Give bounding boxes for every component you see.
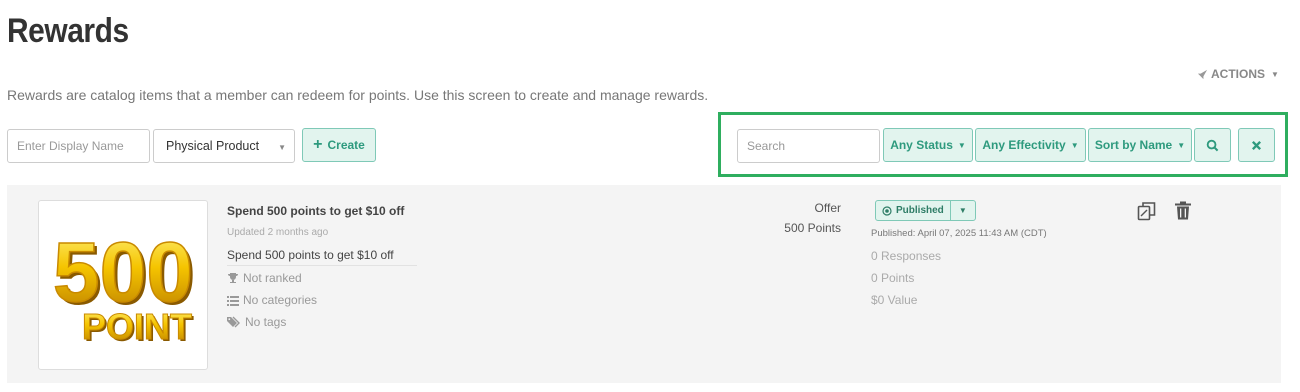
actions-label: ACTIONS [1211, 67, 1265, 81]
status-label: Published [896, 205, 944, 216]
status-circle-icon [882, 205, 892, 216]
status-button[interactable]: Published [876, 201, 951, 220]
page-title: Rewards [7, 12, 129, 50]
search-placeholder: Search [747, 139, 786, 153]
search-icon [1206, 139, 1219, 151]
tags-info: No tags [227, 315, 286, 329]
display-name-placeholder: Enter Display Name [17, 139, 124, 153]
categories-info: No categories [227, 293, 317, 307]
copy-icon [1137, 202, 1156, 221]
categories-label: No categories [243, 293, 318, 307]
tags-label: No tags [245, 315, 287, 329]
value-amount: $0 Value [871, 293, 918, 307]
rank-label: Not ranked [243, 271, 302, 285]
reward-description: Spend 500 points to get $10 off [227, 248, 417, 266]
svg-text:POINT: POINT [82, 306, 192, 347]
display-name-input[interactable]: Enter Display Name [7, 129, 150, 163]
tags-icon [227, 316, 240, 328]
reward-card[interactable]: 500 500 POINT POINT Spend 500 points to … [7, 185, 1281, 383]
clear-filters-button[interactable] [1238, 128, 1275, 162]
close-icon [1251, 140, 1262, 150]
caret-down-icon: ▼ [1271, 69, 1279, 79]
sort-label: Sort by Name [1094, 138, 1173, 152]
effectivity-filter-dropdown[interactable]: Any Effectivity ▼ [975, 128, 1086, 162]
caret-down-icon: ▼ [1070, 140, 1079, 150]
search-button[interactable] [1194, 128, 1231, 162]
trophy-icon [228, 273, 238, 283]
create-label: Create [327, 138, 365, 152]
reward-points: 500 Points [784, 221, 841, 235]
svg-text:500: 500 [53, 225, 193, 319]
published-date: Published: April 07, 2025 11:43 AM (CDT) [871, 228, 1047, 239]
list-icon [227, 295, 239, 306]
select-arrow-icon: ▼ [278, 143, 286, 152]
responses-count: 0 Responses [871, 249, 942, 263]
status-filter-label: Any Status [890, 138, 953, 152]
sort-dropdown[interactable]: Sort by Name ▼ [1088, 128, 1192, 162]
plus-icon: + [313, 136, 323, 153]
updated-time: Updated 2 months ago [227, 227, 329, 238]
page-description: Rewards are catalog items that a member … [7, 87, 709, 103]
delete-button[interactable] [1175, 201, 1191, 225]
search-input[interactable]: Search [737, 129, 880, 163]
effectivity-filter-label: Any Effectivity [982, 138, 1066, 152]
create-button[interactable]: + Create [302, 128, 376, 162]
status-caret-button[interactable]: ▼ [951, 201, 975, 220]
reward-type: Offer [814, 201, 841, 215]
caret-down-icon: ▼ [957, 140, 966, 150]
reward-type-select[interactable]: Physical Product ▼ [153, 129, 295, 163]
reward-title[interactable]: Spend 500 points to get $10 off [227, 204, 404, 218]
status-dropdown[interactable]: Published ▼ [875, 200, 976, 221]
actions-menu[interactable]: ACTIONS ▼ [1197, 67, 1279, 81]
copy-button[interactable] [1137, 201, 1157, 226]
rank-info: Not ranked [227, 271, 302, 285]
points-count: 0 Points [871, 271, 915, 285]
reward-type-value: Physical Product [166, 139, 260, 153]
rocket-icon [1197, 69, 1208, 79]
status-filter-dropdown[interactable]: Any Status ▼ [883, 128, 973, 162]
caret-down-icon: ▼ [1177, 140, 1186, 150]
trash-icon [1175, 201, 1191, 220]
reward-image[interactable]: 500 500 POINT POINT [38, 200, 208, 370]
